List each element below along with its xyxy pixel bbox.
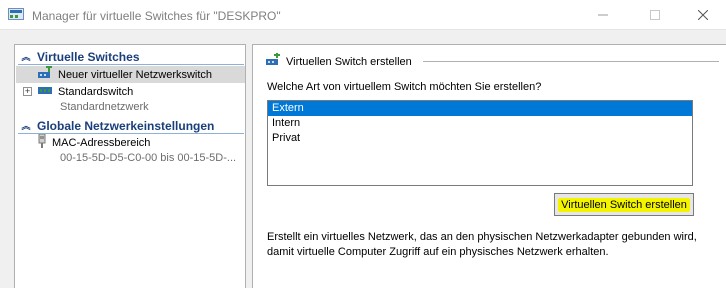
minimize-button[interactable] [580, 0, 626, 30]
maximize-icon [650, 10, 660, 20]
add-switch-icon [37, 66, 53, 83]
mac-address-icon [37, 133, 47, 151]
switch-type-listbox[interactable]: Extern Intern Privat [267, 100, 693, 186]
add-switch-icon [265, 52, 281, 70]
minimize-icon [598, 14, 608, 16]
panel-title-divider [423, 61, 719, 62]
tree-item-label: MAC-Adressbereich [52, 136, 151, 149]
content-panel: Virtuellen Switch erstellen Welche Art v… [252, 44, 726, 288]
collapse-chevron-icon[interactable]: ︽ [19, 53, 33, 62]
navigation-panel: ︽ Virtuelle Switches Neuer virtueller Ne… [14, 44, 246, 288]
section-title: Globale Netzwerkeinstellungen [37, 119, 215, 133]
tree-item-sublabel: 00-15-5D-D5-C0-00 bis 00-15-5D-... [60, 152, 237, 164]
section-header-global-network-settings[interactable]: ︽ Globale Netzwerkeinstellungen [16, 118, 214, 134]
switch-type-option-intern[interactable]: Intern [268, 116, 692, 131]
create-button-label: Virtuellen Switch erstellen [558, 197, 690, 212]
switch-type-description: Erstellt ein virtuelles Netzwerk, das an… [267, 231, 697, 258]
panel-title: Virtuellen Switch erstellen [265, 52, 412, 70]
tree-item-label: Neuer virtueller Netzwerkswitch [58, 68, 213, 81]
section-header-virtual-switches[interactable]: ︽ Virtuelle Switches [16, 49, 140, 65]
tree-item-sublabel: Standardnetzwerk [60, 101, 149, 113]
maximize-button[interactable] [632, 0, 678, 30]
section-title: Virtuelle Switches [37, 50, 140, 64]
window-title: Manager für virtuelle Switches für "DESK… [32, 9, 281, 23]
tree-item-label: Standardswitch [58, 85, 134, 98]
switch-icon [37, 83, 53, 100]
expand-standardswitch-toggle[interactable]: + [23, 87, 32, 96]
tree-item-mac-address-range[interactable]: MAC-Adressbereich [37, 133, 151, 151]
close-icon [698, 10, 708, 20]
tree-item-new-virtual-switch[interactable]: Neuer virtueller Netzwerkswitch [16, 66, 245, 83]
create-virtual-switch-button[interactable]: Virtuellen Switch erstellen [554, 193, 694, 216]
switch-type-option-extern[interactable]: Extern [268, 101, 692, 116]
collapse-chevron-icon[interactable]: ︽ [19, 122, 33, 131]
panel-title-text: Virtuellen Switch erstellen [286, 55, 412, 68]
switch-type-question: Welche Art von virtuellem Switch möchten… [267, 81, 542, 93]
tree-item-standardswitch[interactable]: Standardswitch [37, 83, 133, 100]
close-button[interactable] [680, 0, 726, 30]
section-divider [18, 64, 244, 65]
title-bar: Manager für virtuelle Switches für "DESK… [0, 0, 726, 30]
virtual-switch-manager-icon [8, 8, 24, 22]
switch-type-option-privat[interactable]: Privat [268, 131, 692, 146]
